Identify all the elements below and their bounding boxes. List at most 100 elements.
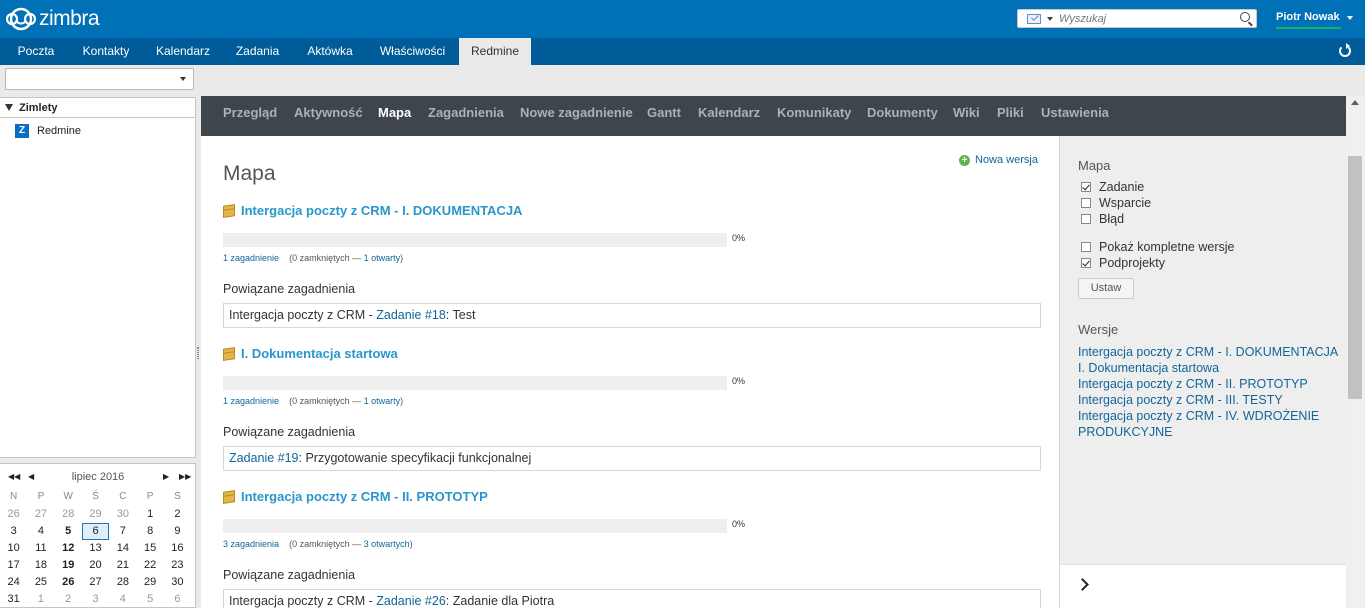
calendar-day[interactable]: 11 bbox=[27, 540, 54, 557]
calendar-day[interactable]: 4 bbox=[27, 523, 54, 540]
tab-aktowka[interactable]: Aktówka bbox=[297, 38, 363, 65]
calendar-day[interactable]: 14 bbox=[109, 540, 136, 557]
option-checkbox-completed[interactable]: Pokaż kompletne wersje bbox=[1081, 240, 1234, 254]
calendar-day[interactable]: 3 bbox=[0, 523, 27, 540]
calendar-day[interactable]: 18 bbox=[27, 557, 54, 574]
zimlet-item-redmine[interactable]: Z Redmine bbox=[15, 124, 81, 138]
calendar-day[interactable]: 7 bbox=[109, 523, 136, 540]
calendar-day[interactable]: 6 bbox=[81, 523, 110, 540]
version-link[interactable]: Intergacja poczty z CRM - IV. WDROŻENIE … bbox=[1078, 408, 1340, 440]
search-box[interactable] bbox=[1017, 9, 1257, 28]
open-issues-link[interactable]: 3 otwartych bbox=[364, 539, 410, 549]
calendar-day[interactable]: 19 bbox=[55, 557, 82, 574]
tracker-checkbox-zadanie[interactable]: Zadanie bbox=[1081, 180, 1144, 194]
calendar-day[interactable]: 16 bbox=[164, 540, 191, 557]
search-input[interactable] bbox=[1059, 12, 1229, 25]
redmine-tab-pliki[interactable]: Pliki bbox=[997, 96, 1024, 136]
calendar-day[interactable]: 27 bbox=[27, 506, 54, 523]
issues-link[interactable]: 1 zagadnienie bbox=[223, 396, 279, 406]
redmine-tab-ustawienia[interactable]: Ustawienia bbox=[1041, 96, 1109, 136]
scroll-thumb[interactable] bbox=[1348, 156, 1362, 399]
redmine-tab-kalendarz[interactable]: Kalendarz bbox=[698, 96, 760, 136]
calendar-day[interactable]: 1 bbox=[27, 591, 54, 608]
checkbox[interactable] bbox=[1081, 182, 1091, 192]
related-issue-link[interactable]: Zadanie #18 bbox=[376, 308, 446, 322]
checkbox[interactable] bbox=[1081, 214, 1091, 224]
open-issues-link[interactable]: 1 otwarty bbox=[364, 396, 401, 406]
checkbox[interactable] bbox=[1081, 242, 1091, 252]
calendar-day[interactable]: 4 bbox=[109, 591, 136, 608]
tracker-checkbox-wsparcie[interactable]: Wsparcie bbox=[1081, 196, 1151, 210]
redmine-tab-zagadnienia[interactable]: Zagadnienia bbox=[428, 96, 504, 136]
calendar-day[interactable]: 25 bbox=[27, 574, 54, 591]
redmine-tab-wiki[interactable]: Wiki bbox=[953, 96, 980, 136]
redmine-tab-dokumenty[interactable]: Dokumenty bbox=[867, 96, 938, 136]
panel-splitter[interactable] bbox=[197, 347, 199, 359]
calendar-day[interactable]: 28 bbox=[55, 506, 82, 523]
tab-poczta[interactable]: Poczta bbox=[8, 38, 64, 65]
calendar-day[interactable]: 5 bbox=[136, 591, 163, 608]
calendar-day[interactable]: 30 bbox=[109, 506, 136, 523]
redmine-tab-gantt[interactable]: Gantt bbox=[647, 96, 681, 136]
version-title-link[interactable]: Intergacja poczty z CRM - I. DOKUMENTACJ… bbox=[223, 203, 522, 218]
apply-button[interactable]: Ustaw bbox=[1078, 278, 1134, 299]
calendar-day[interactable]: 31 bbox=[0, 591, 27, 608]
redmine-tab-przeglad[interactable]: Przegląd bbox=[223, 96, 277, 136]
user-menu-chevron-icon[interactable] bbox=[1347, 16, 1353, 20]
calendar-day[interactable]: 26 bbox=[0, 506, 27, 523]
issues-link[interactable]: 1 zagadnienie bbox=[223, 253, 279, 263]
calendar-day[interactable]: 17 bbox=[0, 557, 27, 574]
tracker-checkbox-blad[interactable]: Błąd bbox=[1081, 212, 1124, 226]
calendar-day[interactable]: 9 bbox=[164, 523, 191, 540]
calendar-day[interactable]: 12 bbox=[55, 540, 82, 557]
calendar-day[interactable]: 26 bbox=[55, 574, 82, 591]
next-year-icon[interactable]: ▶▶ bbox=[179, 472, 191, 481]
tab-kalendarz[interactable]: Kalendarz bbox=[148, 38, 218, 65]
calendar-day[interactable]: 29 bbox=[136, 574, 163, 591]
calendar-day[interactable]: 2 bbox=[55, 591, 82, 608]
calendar-day[interactable]: 13 bbox=[82, 540, 109, 557]
version-link[interactable]: Intergacja poczty z CRM - I. DOKUMENTACJ… bbox=[1078, 344, 1340, 360]
calendar-day[interactable]: 30 bbox=[164, 574, 191, 591]
open-issues-link[interactable]: 1 otwarty bbox=[364, 253, 401, 263]
tab-redmine[interactable]: Redmine bbox=[459, 38, 531, 65]
vertical-scrollbar[interactable] bbox=[1346, 96, 1365, 608]
issues-link[interactable]: 3 zagadnienia bbox=[223, 539, 279, 549]
calendar-day[interactable]: 20 bbox=[82, 557, 109, 574]
checkbox[interactable] bbox=[1081, 198, 1091, 208]
zimbra-logo[interactable]: zimbra bbox=[6, 6, 100, 32]
calendar-day[interactable]: 21 bbox=[109, 557, 136, 574]
calendar-day[interactable]: 3 bbox=[82, 591, 109, 608]
folder-select[interactable] bbox=[5, 68, 194, 90]
redmine-tab-komunikaty[interactable]: Komunikaty bbox=[777, 96, 851, 136]
calendar-day[interactable]: 8 bbox=[136, 523, 163, 540]
user-name[interactable]: Piotr Nowak bbox=[1276, 11, 1340, 23]
zimlets-header[interactable]: Zimlety bbox=[0, 98, 195, 118]
refresh-icon[interactable] bbox=[1339, 43, 1351, 57]
mail-icon[interactable] bbox=[1027, 13, 1041, 24]
calendar-day[interactable]: 15 bbox=[136, 540, 163, 557]
calendar-day[interactable]: 1 bbox=[136, 506, 163, 523]
tab-zadania[interactable]: Zadania bbox=[226, 38, 289, 65]
calendar-day[interactable]: 24 bbox=[0, 574, 27, 591]
tab-wlasciwosci[interactable]: Właściwości bbox=[371, 38, 454, 65]
search-icon[interactable] bbox=[1240, 12, 1250, 22]
calendar-day[interactable]: 5 bbox=[55, 523, 82, 540]
calendar-day[interactable]: 27 bbox=[82, 574, 109, 591]
version-title-link[interactable]: I. Dokumentacja startowa bbox=[223, 346, 398, 361]
chevron-right-icon[interactable] bbox=[1076, 578, 1089, 591]
chevron-down-icon[interactable] bbox=[1047, 16, 1053, 21]
calendar-day[interactable]: 6 bbox=[164, 591, 191, 608]
calendar-day[interactable]: 2 bbox=[164, 506, 191, 523]
calendar-day[interactable]: 28 bbox=[109, 574, 136, 591]
version-link[interactable]: Intergacja poczty z CRM - III. TESTY bbox=[1078, 392, 1340, 408]
scroll-up-icon[interactable] bbox=[1351, 100, 1359, 105]
calendar-day[interactable]: 10 bbox=[0, 540, 27, 557]
checkbox[interactable] bbox=[1081, 258, 1091, 268]
tab-kontakty[interactable]: Kontakty bbox=[72, 38, 140, 65]
version-link[interactable]: Intergacja poczty z CRM - II. PROTOTYP bbox=[1078, 376, 1340, 392]
new-version-link[interactable]: + Nowa wersja bbox=[959, 154, 1038, 166]
calendar-day[interactable]: 22 bbox=[136, 557, 163, 574]
redmine-tab-nowe-zagadnienie[interactable]: Nowe zagadnienie bbox=[520, 96, 633, 136]
version-link[interactable]: I. Dokumentacja startowa bbox=[1078, 360, 1340, 376]
